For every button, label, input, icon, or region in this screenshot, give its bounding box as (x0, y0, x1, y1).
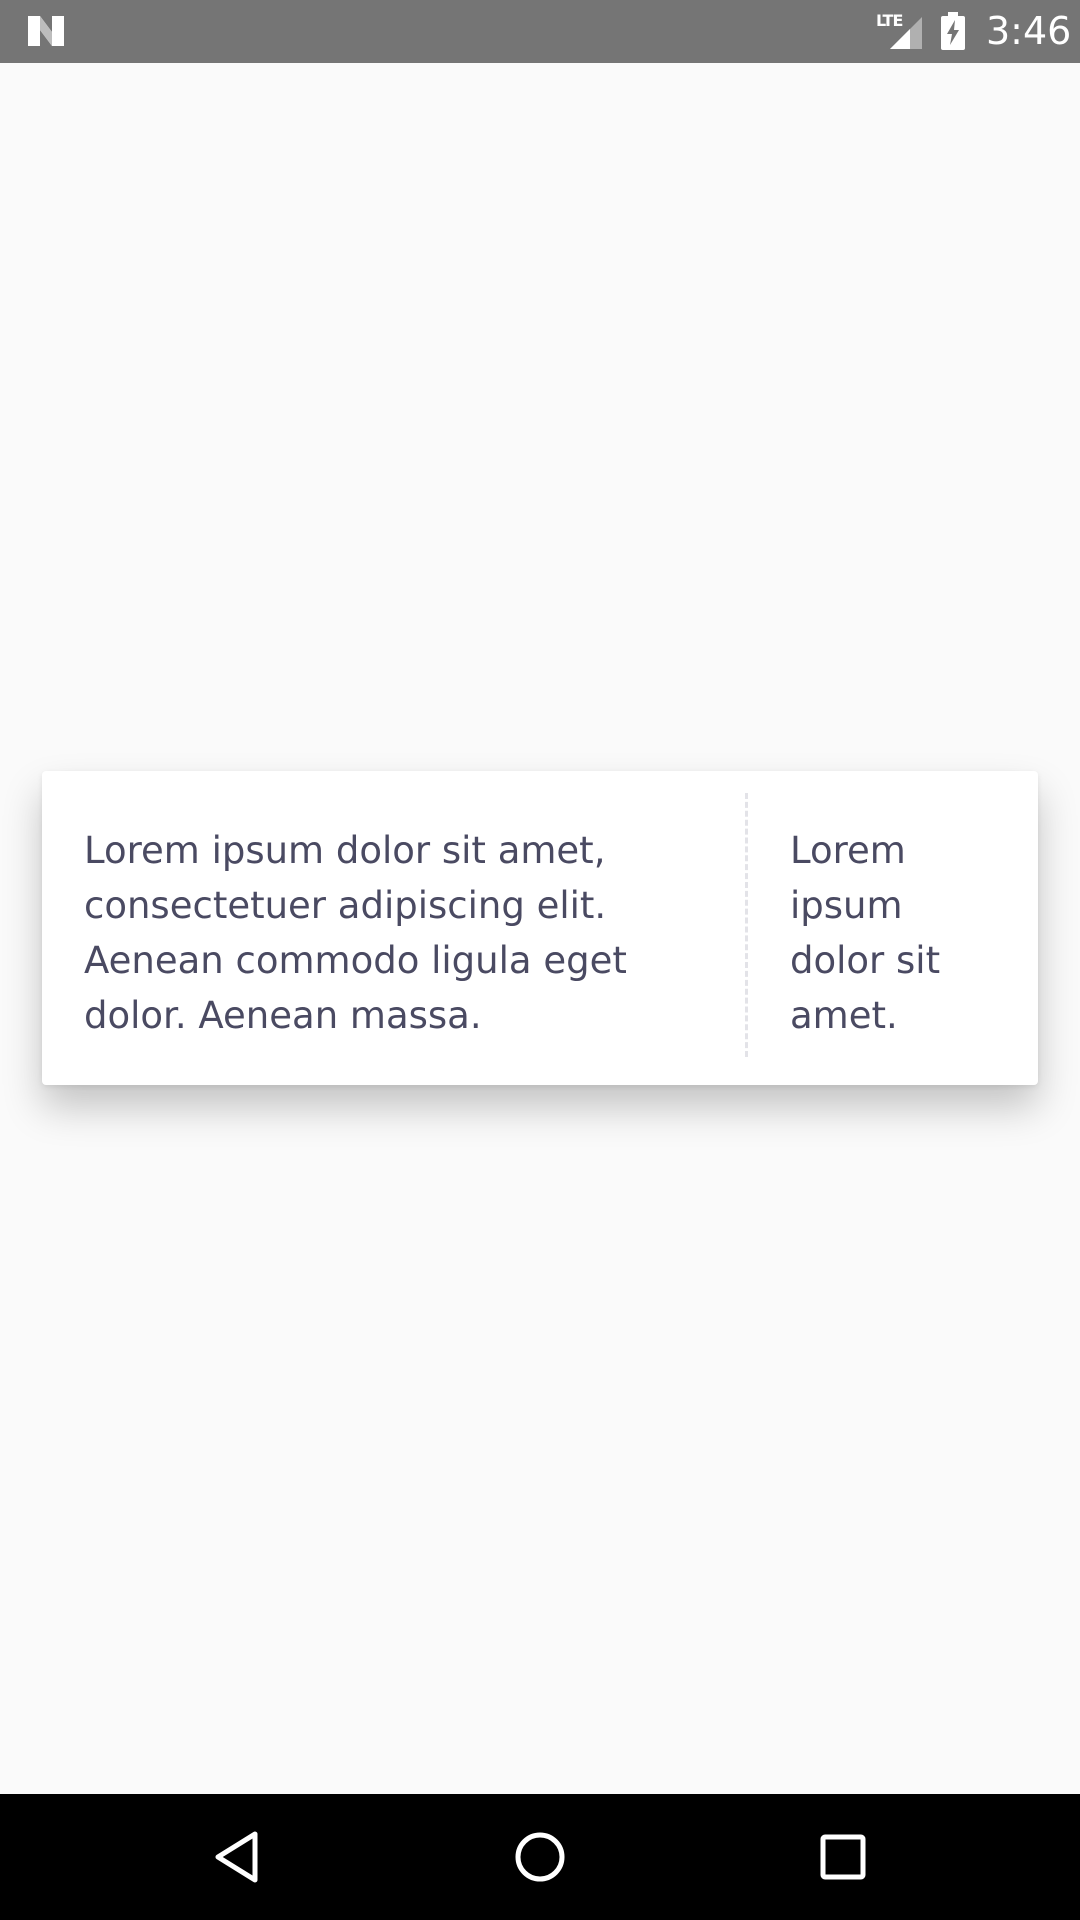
navigation-bar (0, 1794, 1080, 1920)
content-card: Lorem ipsum dolor sit amet, consectetuer… (42, 771, 1038, 1085)
status-clock: 3:46 (986, 9, 1072, 53)
nav-home-button[interactable] (505, 1822, 575, 1892)
recents-square-icon (820, 1834, 866, 1880)
nav-back-button[interactable] (202, 1822, 272, 1892)
home-circle-icon (515, 1832, 565, 1882)
android-n-logo-icon (28, 16, 64, 46)
card-side-text: Lorem ipsum dolor sit amet. (790, 829, 941, 1037)
status-bar: LTE 3:46 (0, 0, 1080, 63)
card-main-text: Lorem ipsum dolor sit amet, consectetuer… (84, 829, 627, 1037)
back-triangle-icon (215, 1831, 258, 1883)
nav-recents-button[interactable] (808, 1822, 878, 1892)
screen: LTE 3:46 Lorem ipsum dolor sit amet, con… (0, 0, 1080, 1920)
battery-charging-icon (941, 12, 965, 50)
card-dashed-divider (745, 793, 748, 1057)
cell-signal-icon (890, 17, 922, 49)
